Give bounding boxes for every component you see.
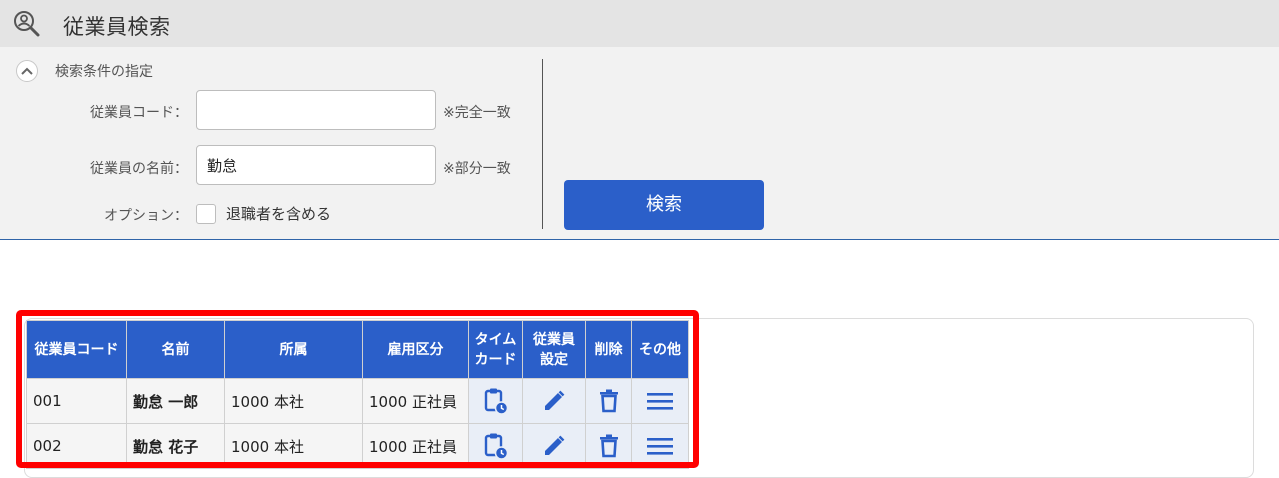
highlight-frame — [16, 310, 699, 468]
page-title: 従業員検索 — [63, 15, 171, 39]
employee-name-input[interactable] — [196, 145, 436, 185]
include-retired-label[interactable]: 退職者を含める — [226, 203, 331, 224]
search-panel: 検索条件の指定 従業員コード： ※完全一致 従業員の名前： ※部分一致 オプショ… — [0, 47, 1279, 240]
chevron-up-icon — [21, 67, 33, 75]
employee-code-hint: ※完全一致 — [443, 105, 511, 121]
divider — [542, 59, 543, 229]
employee-name-label: 従業員の名前： — [90, 161, 188, 177]
person-search-icon — [14, 11, 40, 37]
search-conditions-title: 検索条件の指定 — [55, 64, 153, 80]
search-button[interactable]: 検索 — [564, 180, 764, 230]
title-bar: 従業員検索 — [0, 0, 1279, 47]
include-retired-checkbox[interactable] — [196, 204, 216, 224]
employee-code-label: 従業員コード： — [90, 105, 188, 121]
collapse-button[interactable] — [16, 60, 38, 82]
employee-name-hint: ※部分一致 — [443, 161, 511, 177]
employee-code-input[interactable] — [196, 90, 436, 130]
option-label: オプション： — [104, 208, 188, 224]
